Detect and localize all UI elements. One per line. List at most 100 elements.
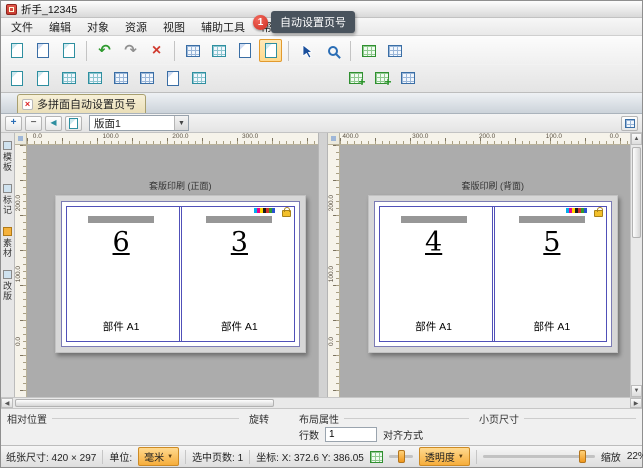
zoom-slider[interactable]	[483, 455, 595, 458]
scroll-down-icon[interactable]: ▼	[631, 385, 642, 397]
layout-list-button[interactable]	[65, 116, 82, 131]
material-tab-icon	[3, 227, 12, 236]
zoom-value: 22%	[627, 451, 643, 462]
layout-select-value: 版面1	[90, 116, 174, 131]
layout-select[interactable]: 版面1 ▼	[89, 115, 189, 131]
select-tool-button[interactable]	[295, 39, 318, 62]
section-page-size: 小页尺寸	[479, 411, 636, 443]
open-document-button[interactable]	[31, 39, 54, 62]
redo-button[interactable]: ↷	[119, 39, 142, 62]
add-page-button[interactable]	[344, 67, 367, 90]
section-layout-properties: 布局属性 行数 对齐方式	[299, 411, 469, 443]
back-sheet-backing: 4 部件 A1 5 部件 A1	[368, 195, 619, 353]
layout-grid-button[interactable]	[207, 39, 230, 62]
back-canvas[interactable]: 套版印刷 (背面) 4 部件 A1	[340, 145, 631, 397]
side-tab-material[interactable]: 素材	[1, 227, 14, 258]
scroll-up-icon[interactable]: ▲	[631, 133, 642, 145]
vertical-scrollbar[interactable]: ▲ ▼	[630, 133, 642, 397]
measure-icon	[140, 72, 154, 84]
chevron-down-icon[interactable]: ▼	[174, 116, 188, 130]
ruler-corner-icon	[328, 133, 340, 145]
transparency-select[interactable]: 透明度 ▼	[419, 447, 470, 466]
front-sheet[interactable]: 6 部件 A1 3 部件 A1	[61, 201, 300, 347]
undo-button[interactable]: ↶	[93, 39, 116, 62]
menu-view[interactable]: 视图	[155, 18, 193, 35]
ruler-label: 200.0	[15, 195, 22, 211]
menu-resource[interactable]: 资源	[117, 18, 155, 35]
front-canvas[interactable]: 套版印刷 (正面) 6 部件 A1	[27, 145, 318, 397]
color-bar-button[interactable]	[161, 67, 184, 90]
layers-button[interactable]	[109, 67, 132, 90]
section-header: 小页尺寸	[479, 411, 636, 425]
horizontal-scroll-track[interactable]	[13, 398, 630, 408]
unit-select[interactable]: 毫米 ▼	[138, 447, 179, 466]
tab-close-icon[interactable]: ×	[22, 99, 33, 110]
measure-button[interactable]	[135, 67, 158, 90]
section-relative-position: 相对位置	[7, 411, 239, 443]
vertical-scroll-track[interactable]	[631, 145, 642, 385]
page-cell[interactable]: 6 部件 A1	[62, 202, 180, 346]
add-page-icon	[349, 72, 363, 84]
vertical-scroll-thumb[interactable]	[632, 147, 641, 238]
side-tab-strip: 模板 标记 素材 改版	[1, 133, 15, 397]
auto-set-page-number-button[interactable]	[259, 39, 282, 62]
template-button[interactable]	[5, 67, 28, 90]
front-pane: 0.0 100.0 200.0 300.0 200.0 100.0 0.0 套版…	[15, 133, 318, 397]
zoom-slider-knob[interactable]	[579, 450, 586, 463]
menu-tools[interactable]: 辅助工具	[193, 18, 253, 35]
zoom-tool-button[interactable]	[321, 39, 344, 62]
menu-edit[interactable]: 编辑	[41, 18, 79, 35]
delete-button[interactable]: ×	[145, 39, 168, 62]
refresh-layout-button[interactable]	[396, 67, 419, 90]
transparency-slider-knob[interactable]	[398, 450, 405, 463]
page-number: 4	[425, 227, 442, 258]
tab-auto-page-number[interactable]: × 多拼面自动设置页号	[17, 94, 146, 113]
page-cell[interactable]: 4 部件 A1	[375, 202, 493, 346]
redo-icon: ↷	[124, 43, 137, 58]
add-sheet-button[interactable]	[370, 67, 393, 90]
ruler-label: 200.0	[172, 133, 188, 140]
menu-object[interactable]: 对象	[79, 18, 117, 35]
page-cell[interactable]: 3 部件 A1	[180, 202, 298, 346]
insert-table-button[interactable]	[181, 39, 204, 62]
rows-input[interactable]	[325, 427, 377, 442]
section-title: 小页尺寸	[479, 411, 519, 426]
sheet-settings-button[interactable]	[31, 67, 54, 90]
section-divider	[52, 418, 239, 419]
page-cell[interactable]: 5 部件 A1	[493, 202, 611, 346]
prev-layout-button[interactable]: ◀	[45, 116, 62, 131]
fit-view-button[interactable]	[621, 116, 638, 131]
plate-button[interactable]	[57, 67, 80, 90]
export-button[interactable]	[383, 39, 406, 62]
pane-splitter[interactable]	[318, 133, 328, 397]
save-document-button[interactable]	[57, 39, 80, 62]
imposition-button[interactable]	[187, 67, 210, 90]
side-tab-marks[interactable]: 标记	[1, 184, 14, 215]
toolbar-row-1: ↶ ↷ ×	[5, 37, 638, 64]
back-horizontal-ruler: 400.0 300.0 200.0 100.0 0.0	[340, 133, 631, 145]
preview-button[interactable]	[357, 39, 380, 62]
side-tab-label: 改版	[1, 281, 14, 301]
section-header: 旋转	[249, 411, 289, 425]
remove-layout-button[interactable]: −	[25, 116, 42, 131]
page-number: 3	[231, 227, 248, 258]
transparency-slider[interactable]	[389, 455, 413, 458]
sheet-settings-icon	[37, 71, 49, 86]
grid-toggle-icon[interactable]	[370, 451, 383, 463]
back-vertical-ruler: 200.0 100.0 0.0	[328, 145, 340, 397]
page-setup-button[interactable]	[233, 39, 256, 62]
side-tab-template[interactable]: 模板	[1, 141, 14, 172]
layout-properties-row: 行数 对齐方式	[299, 425, 469, 443]
back-sheet[interactable]: 4 部件 A1 5 部件 A1	[374, 201, 613, 347]
horizontal-scroll-thumb[interactable]	[15, 399, 274, 407]
horizontal-scrollbar[interactable]: ◀ ▶	[1, 397, 642, 408]
scroll-right-icon[interactable]: ▶	[630, 398, 642, 408]
front-horizontal-ruler: 0.0 100.0 200.0 300.0	[27, 133, 318, 145]
menu-file[interactable]: 文件	[3, 18, 41, 35]
scroll-left-icon[interactable]: ◀	[1, 398, 13, 408]
side-tab-revision[interactable]: 改版	[1, 270, 14, 301]
new-document-button[interactable]	[5, 39, 28, 62]
mark-settings-button[interactable]	[83, 67, 106, 90]
add-layout-button[interactable]: +	[5, 116, 22, 131]
layout-nav-bar: + − ◀ 版面1 ▼	[1, 114, 642, 133]
